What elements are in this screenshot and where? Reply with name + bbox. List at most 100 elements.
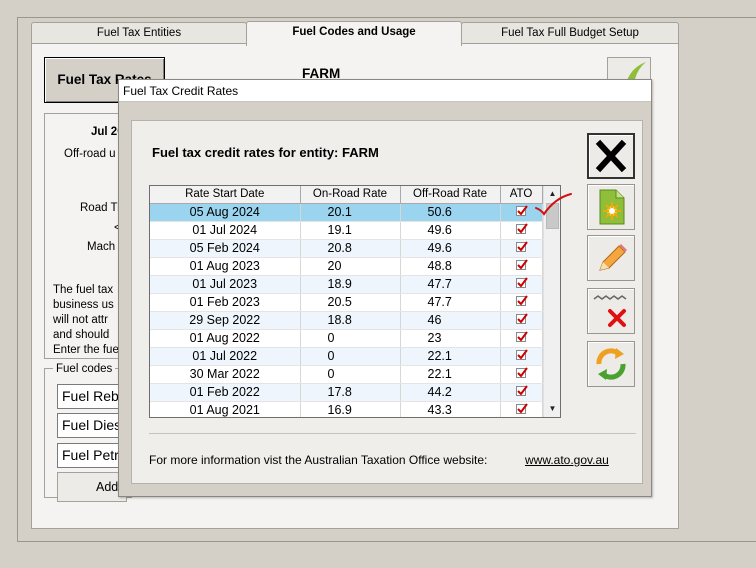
ato-cell — [500, 257, 543, 276]
ato-checkbox[interactable] — [516, 223, 528, 235]
edit-rate-button[interactable] — [587, 235, 635, 281]
rate-row[interactable]: 01 Aug 2021 16.9 43.3 — [150, 401, 543, 417]
ato-cell — [500, 329, 543, 348]
ato-checkbox[interactable] — [516, 277, 528, 289]
rate-start-date-cell: 01 Feb 2022 — [150, 383, 301, 402]
off-road-rate-cell: 50.6 — [400, 203, 501, 222]
off-road-rate-cell: 44.2 — [400, 383, 501, 402]
ato-checkbox[interactable] — [516, 241, 528, 253]
on-road-rate-cell: 16.9 — [300, 401, 401, 417]
checkmark-icon — [517, 331, 528, 342]
rate-row[interactable]: 01 Feb 2023 20.5 47.7 — [150, 293, 543, 312]
column-header-off-road-rate[interactable]: Off-Road Rate — [400, 186, 501, 204]
ato-website-link[interactable]: www.ato.gov.au — [525, 453, 609, 467]
ato-cell — [500, 365, 543, 384]
pencil-edit-icon — [599, 244, 627, 271]
dialog-divider — [149, 433, 636, 434]
checkmark-icon — [517, 367, 528, 378]
checkmark-icon — [517, 277, 528, 288]
info-text-line: Enter the fue — [53, 344, 119, 356]
rate-row[interactable]: 01 Jul 2023 18.9 47.7 — [150, 275, 543, 294]
on-road-rate-cell: 20.1 — [300, 203, 401, 222]
rates-grid: Rate Start Date On-Road Rate Off-Road Ra… — [149, 185, 561, 418]
off-road-rate-cell: 22.1 — [400, 347, 501, 366]
fuel-code-field-petrol[interactable]: Fuel Petr — [57, 443, 127, 468]
checkmark-icon — [517, 223, 528, 234]
info-text-line: Road Tr — [80, 202, 121, 214]
off-road-rate-cell: 48.8 — [400, 257, 501, 276]
ato-cell — [500, 347, 543, 366]
tab-fuel-tax-entities[interactable]: Fuel Tax Entities — [31, 22, 247, 44]
info-text-line: Off-road u — [64, 148, 116, 160]
on-road-rate-cell: 0 — [300, 329, 401, 348]
ato-checkbox[interactable] — [516, 313, 528, 325]
rate-row[interactable]: 01 Jul 2024 19.1 49.6 — [150, 221, 543, 240]
off-road-rate-cell: 49.6 — [400, 221, 501, 240]
off-road-rate-cell: 23 — [400, 329, 501, 348]
grid-scrollbar[interactable]: ▲ ▼ — [543, 186, 560, 417]
ato-checkbox[interactable] — [516, 367, 528, 379]
dialog-close-button[interactable] — [587, 133, 635, 179]
ato-cell — [500, 383, 543, 402]
off-road-rate-cell: 46 — [400, 311, 501, 330]
ato-checkbox[interactable] — [516, 403, 528, 415]
ato-checkbox[interactable] — [516, 295, 528, 307]
ato-cell — [500, 293, 543, 312]
rates-table-body: 05 Aug 2024 20.1 50.6 01 Jul 2024 19.1 49.6 05… — [150, 203, 543, 417]
info-text-line: Mach — [87, 241, 116, 253]
scroll-down-icon[interactable]: ▼ — [545, 401, 560, 416]
ato-checkbox[interactable] — [516, 205, 528, 217]
rate-row[interactable]: 05 Aug 2024 20.1 50.6 — [150, 203, 543, 222]
rate-row[interactable]: 29 Sep 2022 18.8 46 — [150, 311, 543, 330]
checkmark-icon — [517, 241, 528, 252]
rate-row[interactable]: 05 Feb 2024 20.8 49.6 — [150, 239, 543, 258]
on-road-rate-cell: 20.5 — [300, 293, 401, 312]
rate-start-date-cell: 05 Feb 2024 — [150, 239, 301, 258]
checkmark-icon — [517, 385, 528, 396]
rate-row[interactable]: 01 Feb 2022 17.8 44.2 — [150, 383, 543, 402]
on-road-rate-cell: 19.1 — [300, 221, 401, 240]
info-text-line: business us — [53, 299, 114, 311]
rate-row[interactable]: 01 Aug 2023 20 48.8 — [150, 257, 543, 276]
close-x-icon — [595, 139, 627, 173]
fuel-tax-credit-rates-dialog: Fuel Tax Credit Rates Fuel tax credit ra… — [118, 79, 652, 497]
column-header-rate-start-date[interactable]: Rate Start Date — [150, 186, 301, 204]
ato-checkbox[interactable] — [516, 385, 528, 397]
rates-table: Rate Start Date On-Road Rate Off-Road Ra… — [150, 186, 543, 417]
tab-fuel-codes-and-usage[interactable]: Fuel Codes and Usage — [246, 21, 462, 46]
tab-fuel-tax-full-budget-setup[interactable]: Fuel Tax Full Budget Setup — [461, 22, 679, 44]
checkmark-icon — [517, 313, 528, 324]
info-text-line: will not attr — [53, 314, 108, 326]
ato-cell — [500, 401, 543, 417]
rate-row[interactable]: 01 Aug 2022 0 23 — [150, 329, 543, 348]
ato-checkbox[interactable] — [516, 349, 528, 361]
info-text-line: The fuel tax — [53, 284, 114, 296]
add-fuel-code-button[interactable]: Add — [57, 472, 127, 502]
dialog-heading: Fuel tax credit rates for entity: FARM — [152, 145, 379, 160]
rate-row[interactable]: 30 Mar 2022 0 22.1 — [150, 365, 543, 384]
new-rate-button[interactable] — [587, 184, 635, 230]
fuel-code-field-rebate[interactable]: Fuel Reba — [57, 384, 127, 409]
column-header-on-road-rate[interactable]: On-Road Rate — [300, 186, 401, 204]
off-road-rate-cell: 47.7 — [400, 293, 501, 312]
rate-start-date-cell: 05 Aug 2024 — [150, 203, 301, 222]
on-road-rate-cell: 20 — [300, 257, 401, 276]
rate-row[interactable]: 01 Jul 2022 0 22.1 — [150, 347, 543, 366]
info-text-line: and should — [53, 329, 110, 341]
rate-start-date-cell: 01 Jul 2024 — [150, 221, 301, 240]
rate-start-date-cell: 01 Aug 2023 — [150, 257, 301, 276]
on-road-rate-cell: 17.8 — [300, 383, 401, 402]
on-road-rate-cell: 20.8 — [300, 239, 401, 258]
ato-checkbox[interactable] — [516, 331, 528, 343]
ato-checkbox[interactable] — [516, 259, 528, 271]
rate-start-date-cell: 01 Feb 2023 — [150, 293, 301, 312]
red-checkmark-annotation — [535, 193, 572, 216]
checkmark-icon — [517, 295, 528, 306]
fuel-code-field-diesel[interactable]: Fuel Dies — [57, 413, 127, 438]
delete-rate-button[interactable] — [587, 288, 635, 334]
rate-start-date-cell: 01 Jul 2023 — [150, 275, 301, 294]
refresh-rates-button[interactable] — [587, 341, 635, 387]
rate-start-date-cell: 01 Aug 2021 — [150, 401, 301, 417]
off-road-rate-cell: 43.3 — [400, 401, 501, 417]
dialog-title: Fuel Tax Credit Rates — [119, 80, 651, 102]
